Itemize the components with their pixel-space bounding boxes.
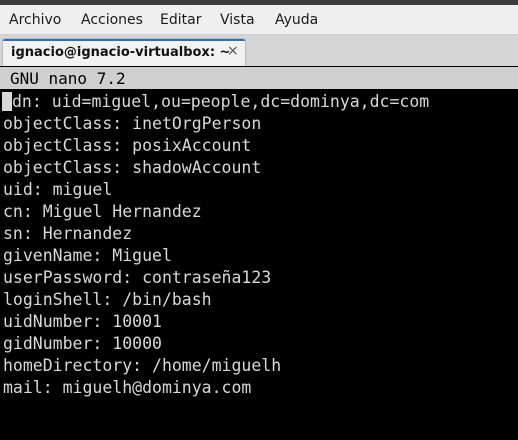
- editor-line: sn: Hernandez: [3, 224, 133, 243]
- tab-bar: ignacio@ignacio-virtualbox: ~ ×: [0, 35, 518, 66]
- terminal-area[interactable]: GNU nano 7.2 dn: uid=miguel,ou=people,dc…: [0, 66, 518, 440]
- editor-line: loginShell: /bin/bash: [3, 290, 212, 309]
- text-cursor: [2, 92, 12, 111]
- menu-acciones[interactable]: Acciones: [81, 12, 143, 28]
- editor-line: homeDirectory: /home/miguelh: [3, 356, 282, 375]
- nano-title-bar: GNU nano 7.2: [0, 67, 518, 89]
- active-tab-indicator: [3, 39, 245, 41]
- editor-line: objectClass: shadowAccount: [3, 158, 262, 177]
- menu-editar[interactable]: Editar: [160, 12, 201, 28]
- close-icon[interactable]: ×: [227, 43, 239, 59]
- menu-ayuda[interactable]: Ayuda: [275, 12, 318, 28]
- editor-line: dn: uid=miguel,ou=people,dc=dominya,dc=c…: [2, 91, 430, 113]
- editor-line: uidNumber: 10001: [3, 312, 162, 331]
- editor-line: uid: miguel: [3, 180, 113, 199]
- editor-line: mail: miguelh@dominya.com: [3, 378, 252, 397]
- editor-line-text: dn: uid=miguel,ou=people,dc=dominya,dc=c…: [12, 92, 430, 111]
- editor-line: userPassword: contraseña123: [3, 268, 272, 287]
- tab-title: ignacio@ignacio-virtualbox: ~: [11, 45, 231, 60]
- editor-line: objectClass: inetOrgPerson: [3, 114, 262, 133]
- editor-line: objectClass: posixAccount: [3, 136, 252, 155]
- editor-buffer[interactable]: dn: uid=miguel,ou=people,dc=dominya,dc=c…: [2, 91, 430, 399]
- menu-archivo[interactable]: Archivo: [9, 12, 61, 28]
- menubar: Archivo Acciones Editar Vista Ayuda: [0, 5, 518, 35]
- menu-vista[interactable]: Vista: [220, 12, 255, 28]
- editor-line: cn: Miguel Hernandez: [3, 202, 202, 221]
- nano-title: GNU nano 7.2: [10, 69, 126, 88]
- editor-line: givenName: Miguel: [3, 246, 172, 265]
- terminal-tab[interactable]: ignacio@ignacio-virtualbox: ~ ×: [2, 38, 246, 66]
- editor-line: gidNumber: 10000: [3, 334, 162, 353]
